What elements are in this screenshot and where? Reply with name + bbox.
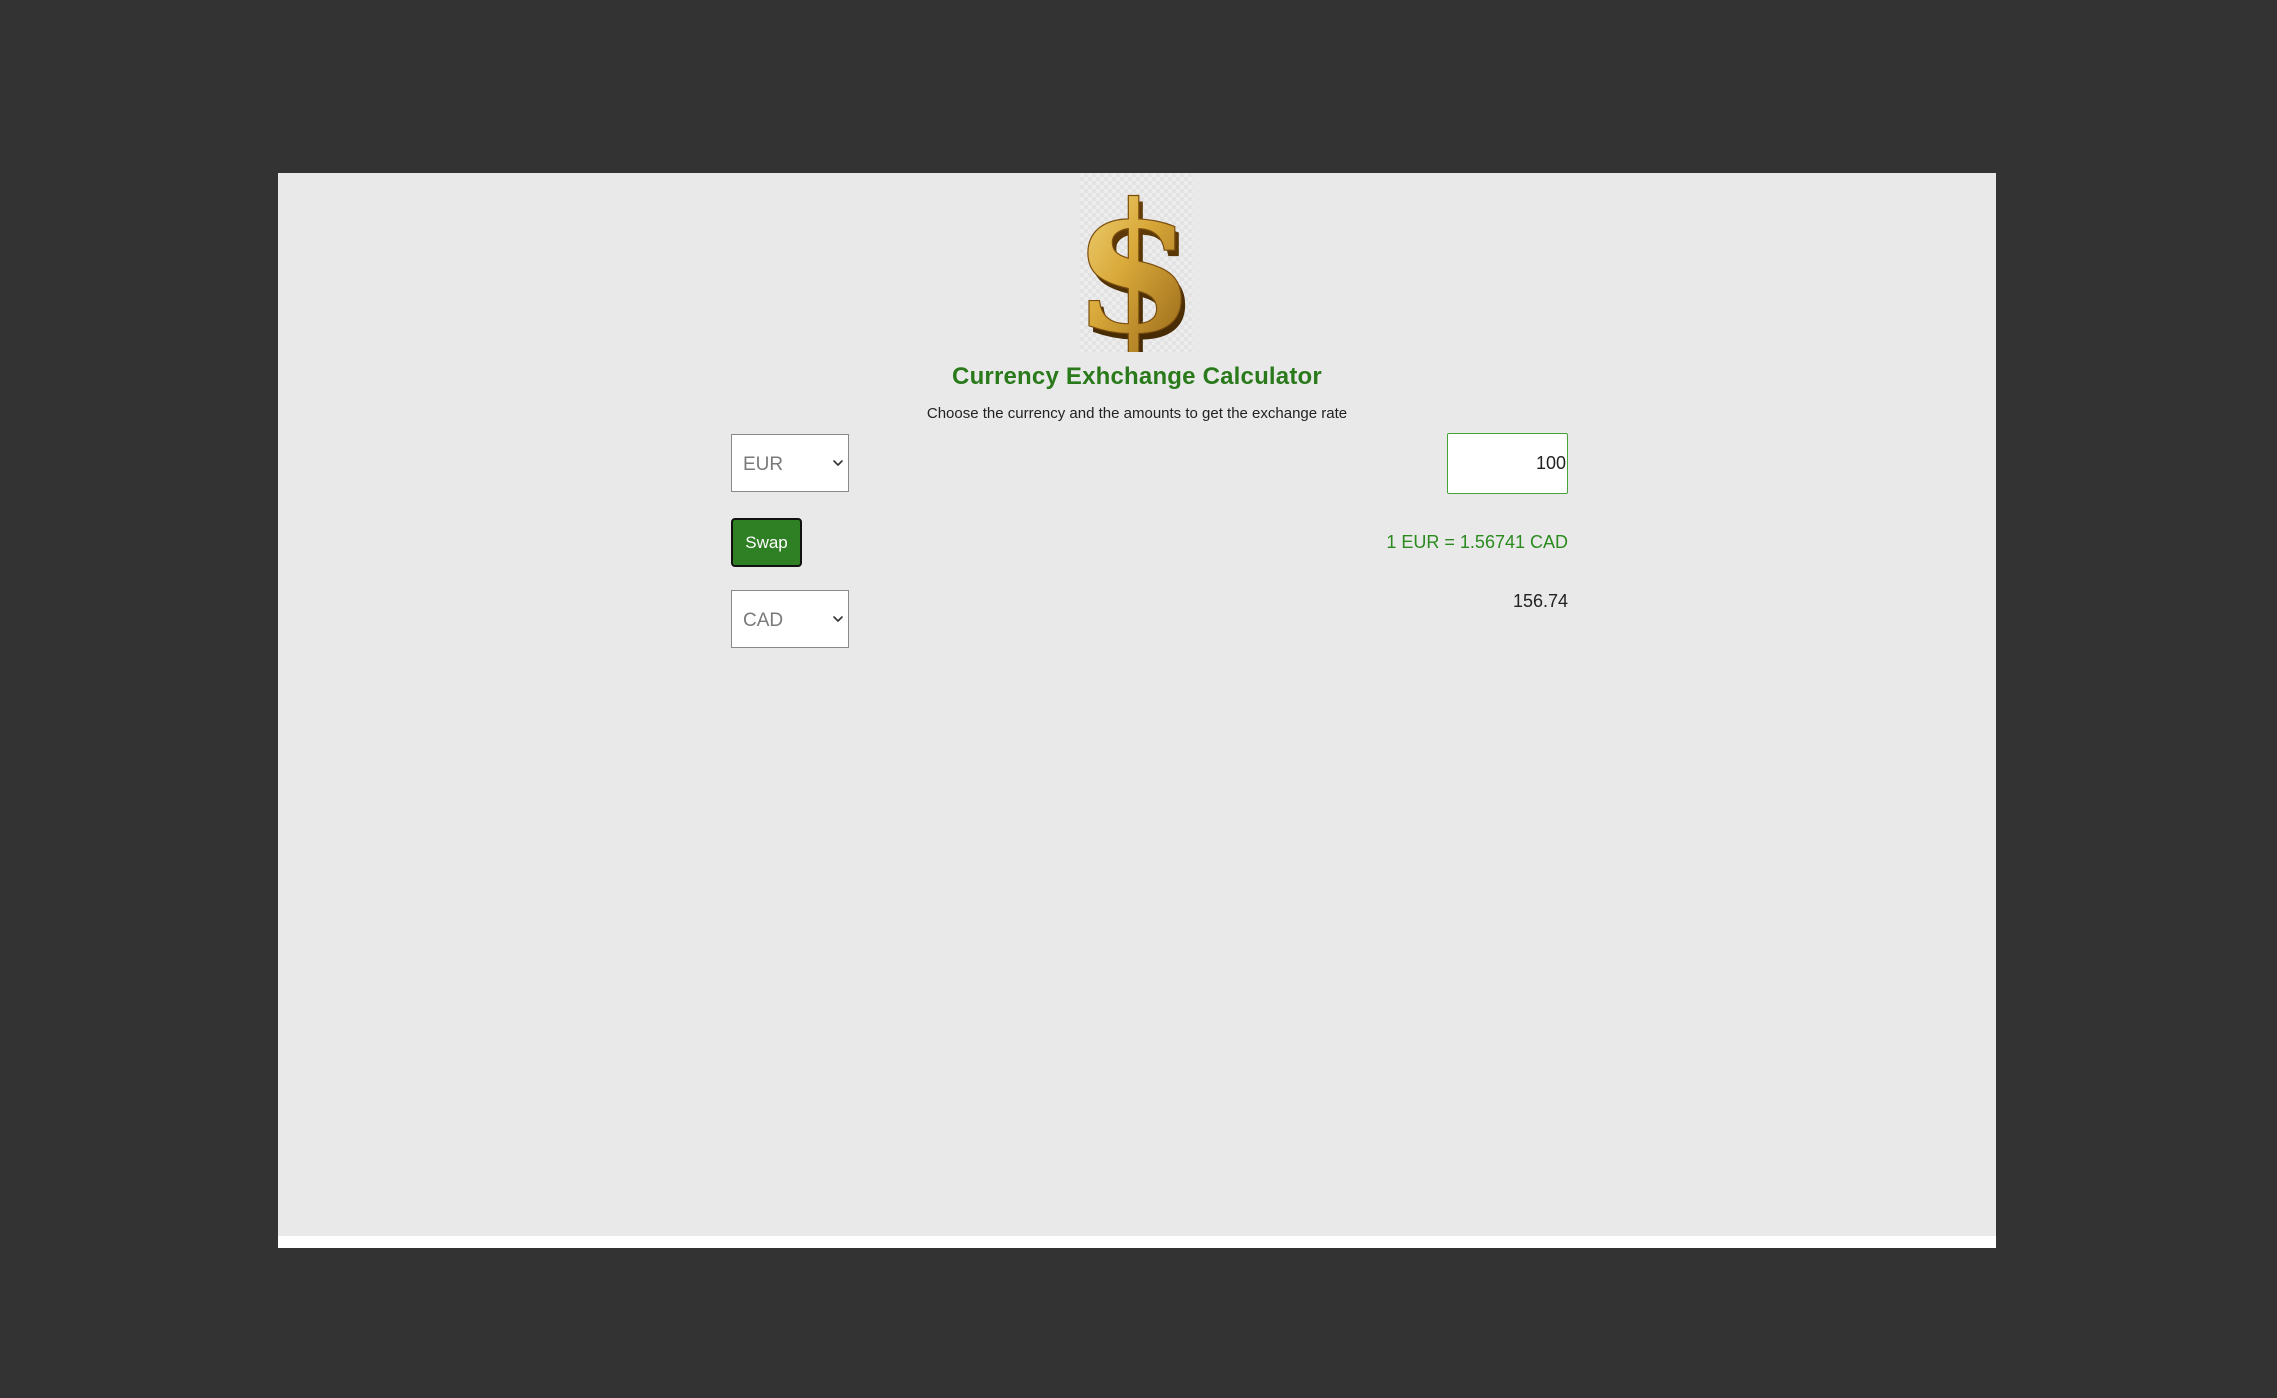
amount-input[interactable] xyxy=(1447,433,1568,494)
swap-button[interactable]: Swap xyxy=(731,518,802,567)
page-frame: $ $ Currency Exhchange Calculator Choose… xyxy=(278,173,1996,1248)
exchange-rate-text: 1 EUR = 1.56741 CAD xyxy=(1386,532,1568,552)
converted-amount: 156.74 xyxy=(1512,591,1568,611)
from-currency-value: EUR xyxy=(743,454,784,475)
page-title: Currency Exhchange Calculator xyxy=(952,363,1322,390)
chevron-down-icon xyxy=(833,616,843,622)
chevron-down-icon xyxy=(833,460,843,466)
dollar-sign-icon: $ $ xyxy=(1080,173,1193,352)
svg-text:$: $ xyxy=(1080,173,1193,352)
page-subtitle: Choose the currency and the amounts to g… xyxy=(926,405,1348,422)
to-currency-select[interactable]: CAD xyxy=(731,590,849,648)
calculator-app: $ $ Currency Exhchange Calculator Choose… xyxy=(278,173,1996,1236)
to-currency-value: CAD xyxy=(743,610,784,631)
from-currency-select[interactable]: EUR xyxy=(731,434,849,492)
